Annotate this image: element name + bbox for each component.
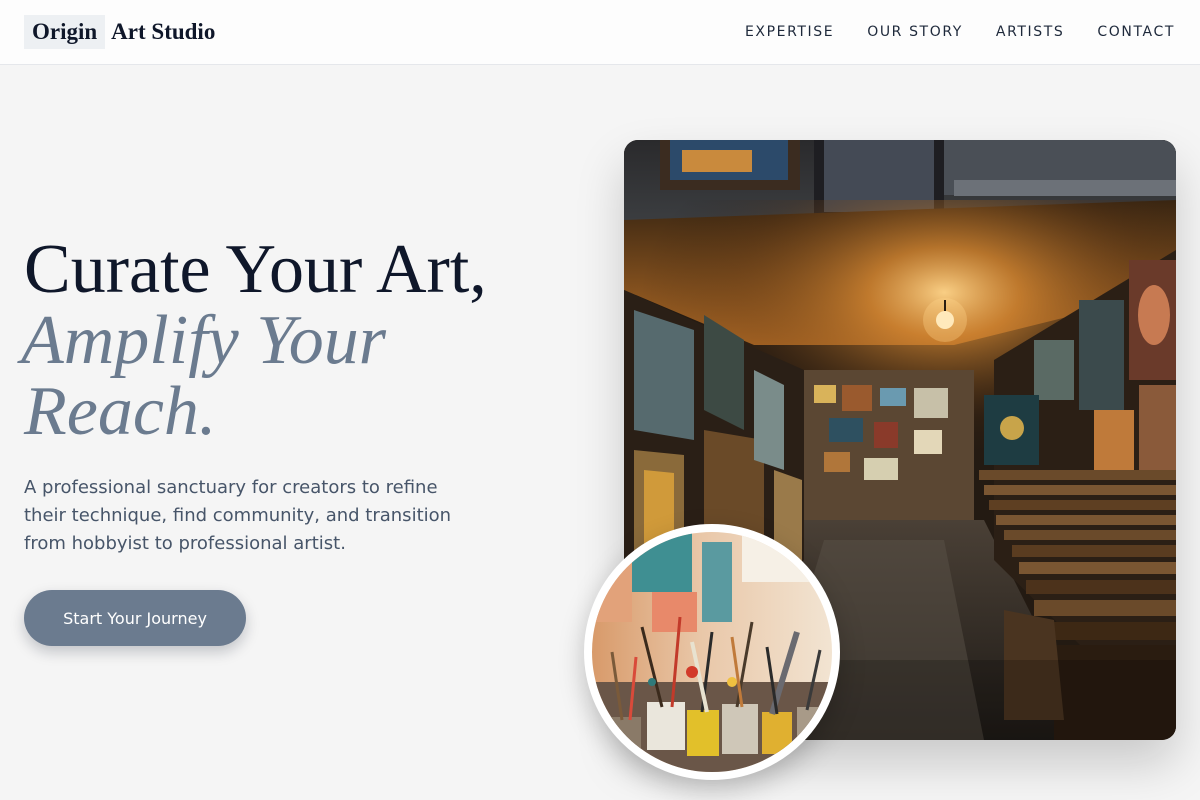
hero-title-line-3: Reach. [24, 373, 217, 450]
logo-highlight: Origin [24, 15, 106, 49]
main-nav: EXPERTISE OUR STORY ARTISTS CONTACT [745, 20, 1175, 44]
studio-photo [584, 524, 840, 780]
logo-text: Art Studio [111, 19, 216, 44]
hero-title: Curate Your Art, Amplify Your Reach. [21, 231, 584, 450]
site-header: Origin Art Studio EXPERTISE OUR STORY AR… [0, 0, 1200, 65]
nav-link-expertise[interactable]: EXPERTISE [745, 24, 834, 40]
start-journey-button[interactable]: Start Your Journey [24, 590, 246, 646]
nav-link-our-story[interactable]: OUR STORY [867, 24, 963, 40]
nav-link-contact[interactable]: CONTACT [1097, 24, 1175, 40]
hero-title-line-2: Amplify Your [21, 302, 386, 379]
hero-description: A professional sanctuary for creators to… [24, 477, 452, 554]
nav-link-artists[interactable]: ARTISTS [996, 24, 1065, 40]
site-logo[interactable]: Origin Art Studio [24, 15, 215, 49]
hero-title-line-1: Curate Your Art, [24, 231, 487, 308]
